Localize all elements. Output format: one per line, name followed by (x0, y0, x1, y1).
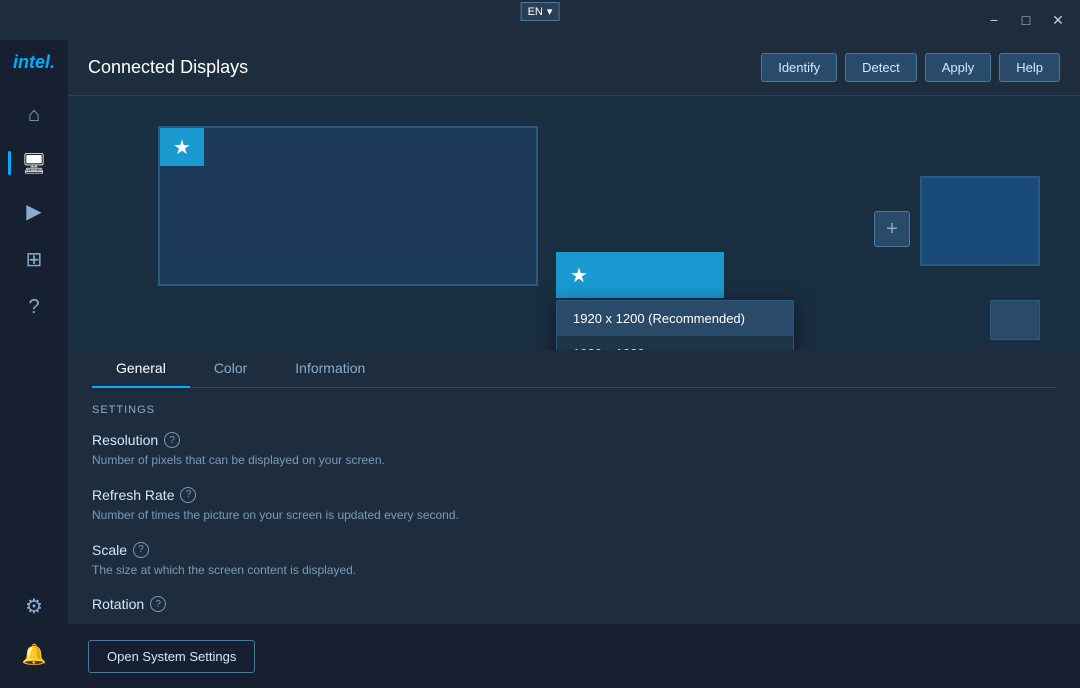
refresh-rate-label: Refresh Rate ? (92, 487, 1056, 503)
lang-arrow: ▾ (547, 5, 553, 18)
resolution-setting-row: Resolution ? Number of pixels that can b… (92, 432, 1056, 469)
detect-button[interactable]: Detect (845, 53, 917, 82)
sidebar-item-video[interactable]: ▶ (12, 189, 56, 233)
tertiary-monitor[interactable] (990, 300, 1040, 340)
sidebar-item-home[interactable]: ⌂ (12, 93, 56, 137)
bottom-bar: Open System Settings (68, 624, 1080, 688)
rotation-setting-row: Rotation ? (92, 596, 1056, 612)
display-icon: 🖥 (21, 151, 46, 176)
dropdown-star-icon: ★ (570, 263, 588, 288)
info-icon: ? (28, 296, 39, 319)
add-display-button[interactable]: + (874, 211, 910, 247)
scale-help-icon[interactable]: ? (133, 542, 149, 558)
settings-section-label: SETTINGS (92, 404, 1056, 416)
apps-icon: ⊞ (26, 247, 43, 272)
language-selector[interactable]: EN ▾ (521, 2, 560, 21)
resolution-option-0[interactable]: 1920 x 1200 (Recommended) (557, 301, 793, 336)
main-content: Connected Displays Identify Detect Apply… (68, 40, 1080, 688)
window-controls: − □ ✕ (980, 6, 1072, 34)
refresh-rate-help-icon[interactable]: ? (180, 487, 196, 503)
open-system-settings-button[interactable]: Open System Settings (88, 640, 255, 673)
tab-bar: General Color Information (92, 350, 1056, 388)
app-body: intel. ⌂ 🖥 ▶ ⊞ ? ⚙ 🔔 Connected Displa (0, 40, 1080, 688)
help-button[interactable]: Help (999, 53, 1060, 82)
scale-label: Scale ? (92, 542, 1056, 558)
display-canvas: ★ + ★ 1920 x 1200 (Recommended) 1920 x 1… (68, 96, 1080, 350)
sidebar-item-notification[interactable]: 🔔 (12, 632, 56, 676)
intel-logo: intel. (13, 52, 55, 73)
identify-button[interactable]: Identify (761, 53, 837, 82)
scale-setting-row: Scale ? The size at which the screen con… (92, 542, 1056, 579)
tab-general[interactable]: General (92, 350, 190, 388)
sidebar-item-apps[interactable]: ⊞ (12, 237, 56, 281)
sidebar-item-info[interactable]: ? (12, 285, 56, 329)
notification-bell-icon: 🔔 (22, 642, 47, 667)
refresh-rate-desc: Number of times the picture on your scre… (92, 507, 1056, 524)
rotation-help-icon[interactable]: ? (150, 596, 166, 612)
minimize-button[interactable]: − (980, 6, 1008, 34)
title-bar: EN ▾ − □ ✕ (0, 0, 1080, 40)
resolution-help-icon[interactable]: ? (164, 432, 180, 448)
resolution-dropdown-list[interactable]: 1920 x 1200 (Recommended) 1920 x 1080 16… (556, 300, 794, 350)
sidebar-bottom: ⚙ 🔔 (12, 584, 56, 676)
monitor-star-icon: ★ (160, 128, 204, 166)
resolution-dropdown-container[interactable]: ★ 1920 x 1200 (Recommended) 1920 x 1080 … (556, 252, 794, 350)
refresh-rate-setting-row: Refresh Rate ? Number of times the pictu… (92, 487, 1056, 524)
rotation-label: Rotation ? (92, 596, 1056, 612)
resolution-option-1[interactable]: 1920 x 1080 (557, 336, 793, 350)
primary-monitor[interactable]: ★ (158, 126, 538, 286)
sidebar: intel. ⌂ 🖥 ▶ ⊞ ? ⚙ 🔔 (0, 40, 68, 688)
scale-desc: The size at which the screen content is … (92, 562, 1056, 579)
dropdown-header: ★ (556, 252, 724, 298)
app-header: Connected Displays Identify Detect Apply… (68, 40, 1080, 96)
maximize-button[interactable]: □ (1012, 6, 1040, 34)
lang-label: EN (528, 6, 543, 18)
resolution-label: Resolution ? (92, 432, 1056, 448)
secondary-monitor[interactable] (920, 176, 1040, 266)
apply-button[interactable]: Apply (925, 53, 992, 82)
video-icon: ▶ (26, 199, 41, 224)
tab-information[interactable]: Information (271, 350, 389, 388)
tab-color[interactable]: Color (190, 350, 271, 388)
settings-icon: ⚙ (25, 594, 43, 619)
header-buttons: Identify Detect Apply Help (761, 53, 1060, 82)
sidebar-item-display[interactable]: 🖥 (12, 141, 56, 185)
close-button[interactable]: ✕ (1044, 6, 1072, 34)
resolution-desc: Number of pixels that can be displayed o… (92, 452, 1056, 469)
settings-panel: General Color Information SETTINGS Resol… (68, 350, 1080, 624)
sidebar-item-settings[interactable]: ⚙ (12, 584, 56, 628)
app-title: Connected Displays (88, 57, 248, 78)
home-icon: ⌂ (28, 104, 40, 127)
